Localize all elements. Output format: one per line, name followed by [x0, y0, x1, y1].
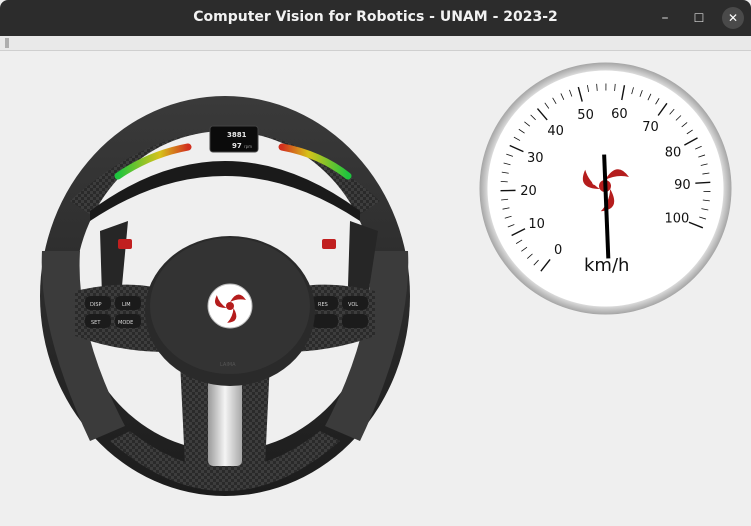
main-content: 3881 97 rpm DISP LIM SET MODE RES VOL LA…	[0, 51, 751, 526]
gauge-tick-label: 0	[554, 243, 562, 258]
maximize-button[interactable]: ☐	[688, 7, 710, 29]
steering-wheel-image: 3881 97 rpm DISP LIM SET MODE RES VOL LA…	[40, 96, 410, 496]
button-label-disp[interactable]: DISP	[90, 302, 102, 308]
speedometer-gauge: 01020304050 60708090100 km/h	[479, 62, 732, 315]
gauge-tick-label: 90	[674, 178, 691, 193]
display-line1: 3881	[227, 131, 247, 139]
gauge-tick-label: 40	[547, 124, 564, 139]
gauge-tick-label: 10	[528, 217, 545, 232]
close-button[interactable]: ✕	[722, 7, 744, 29]
button-label-vol[interactable]: VOL	[348, 302, 358, 308]
display-line2: 97	[232, 142, 242, 150]
display-unit: rpm	[244, 144, 252, 149]
button-label-mode[interactable]: MODE	[118, 320, 133, 326]
window-title: Computer Vision for Robotics - UNAM - 20…	[193, 9, 558, 25]
button-label-set[interactable]: SET	[91, 320, 101, 326]
button-label-res[interactable]: RES	[318, 302, 328, 308]
gauge-major-tick	[695, 181, 711, 184]
gauge-tick-label: 30	[527, 151, 544, 166]
gauge-tick-label: 100	[664, 211, 689, 226]
airbag-mark: LAIMA	[220, 362, 236, 368]
gauge-tick-label: 70	[642, 120, 659, 135]
title-bar[interactable]: Computer Vision for Robotics - UNAM - 20…	[0, 0, 751, 36]
minimize-button[interactable]: –	[654, 7, 676, 29]
gauge-tick-label: 80	[665, 145, 682, 160]
toolbar	[0, 36, 751, 51]
gauge-tick-label: 50	[577, 108, 594, 123]
toolbar-grip-handle[interactable]	[5, 38, 9, 48]
gauge-tick-label: 20	[520, 184, 537, 199]
button-label-lim[interactable]: LIM	[122, 302, 131, 308]
gauge-tick-label: 60	[611, 107, 628, 122]
